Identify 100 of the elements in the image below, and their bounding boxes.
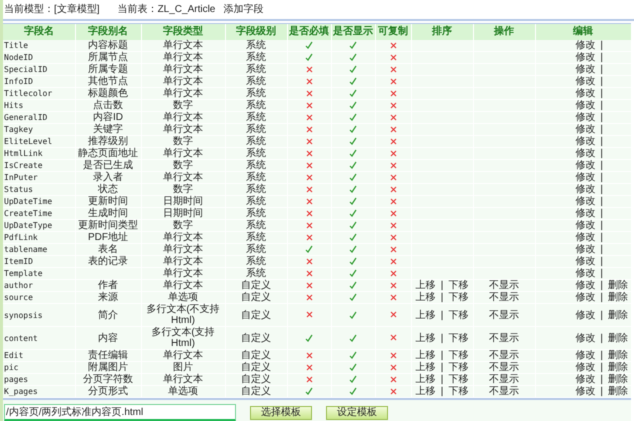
field-type-cell: 数字	[141, 136, 225, 148]
separator: |	[600, 374, 603, 385]
field-type-cell: 单行文本	[141, 268, 225, 280]
hide-link[interactable]: 不显示	[489, 280, 519, 291]
field-level-cell: 系统	[225, 232, 287, 244]
field-name-cell: Hits	[3, 100, 75, 112]
field-level-cell: 系统	[225, 172, 287, 184]
move-down-link[interactable]: 下移	[448, 292, 468, 303]
hide-link[interactable]: 不显示	[489, 374, 519, 385]
field-alias-cell: 所属节点	[88, 52, 128, 63]
delete-link[interactable]: 删除	[608, 374, 628, 385]
field-alias-cell: 分页字符数	[83, 374, 133, 385]
edit-link[interactable]: 修改	[575, 196, 596, 207]
field-alias-cell: 是否已生成	[83, 160, 133, 171]
hide-link[interactable]: 不显示	[489, 362, 519, 373]
edit-link[interactable]: 修改	[575, 124, 596, 135]
field-level-cell: 系统	[225, 196, 287, 208]
move-down-link[interactable]: 下移	[448, 310, 468, 320]
edit-link[interactable]: 修改	[575, 232, 596, 243]
field-name-cell: UpDateTime	[3, 196, 75, 208]
separator: |	[600, 76, 603, 87]
edit-link[interactable]: 修改	[575, 184, 596, 195]
hide-link[interactable]: 不显示	[489, 292, 519, 303]
move-up-link[interactable]: 上移	[416, 310, 436, 320]
field-alias-cell: 表名	[98, 244, 118, 255]
separator: |	[440, 332, 444, 344]
field-level-cell: 自定义	[225, 326, 287, 350]
separator: |	[600, 100, 603, 111]
move-down-link[interactable]: 下移	[448, 332, 468, 344]
edit-link[interactable]: 修改	[575, 220, 596, 231]
separator: |	[600, 332, 603, 344]
edit-link[interactable]: 修改	[575, 136, 596, 147]
edit-link[interactable]: 修改	[575, 172, 596, 183]
set-template-button[interactable]: 设定模板	[326, 406, 388, 420]
field-alias-cell: 生成时间	[88, 208, 128, 219]
add-field-link[interactable]: 添加字段	[223, 2, 264, 17]
edit-link[interactable]: 修改	[575, 280, 596, 291]
edit-link[interactable]: 修改	[575, 374, 596, 385]
model-label: 当前模型：[文章模型]	[4, 2, 100, 17]
edit-link[interactable]: 修改	[575, 244, 596, 255]
delete-link[interactable]: 删除	[608, 350, 628, 361]
edit-link[interactable]: 修改	[575, 268, 596, 279]
edit-link[interactable]: 修改	[575, 310, 596, 320]
move-up-link[interactable]: 上移	[416, 374, 436, 385]
delete-link[interactable]: 删除	[608, 310, 628, 320]
field-type-cell: 数字	[141, 160, 225, 172]
delete-link[interactable]: 删除	[608, 280, 628, 291]
edit-link[interactable]: 修改	[575, 292, 596, 303]
move-down-link[interactable]: 下移	[448, 386, 468, 397]
field-alias-cell: 内容标题	[88, 40, 128, 51]
field-name-cell: ItemID	[3, 256, 75, 268]
move-up-link[interactable]: 上移	[416, 292, 436, 303]
separator: |	[440, 350, 444, 361]
field-type-cell: 单行文本	[141, 280, 225, 292]
select-template-button[interactable]: 选择模板	[250, 406, 312, 420]
edit-link[interactable]: 修改	[575, 362, 596, 373]
hide-link[interactable]: 不显示	[489, 386, 519, 397]
edit-link[interactable]: 修改	[575, 160, 596, 171]
edit-link[interactable]: 修改	[575, 208, 596, 219]
field-alias-cell: 其他节点	[88, 76, 128, 87]
hide-link[interactable]: 不显示	[489, 332, 519, 344]
column-header: 是否显示	[331, 24, 375, 40]
field-alias-cell: 更新时间类型	[78, 220, 138, 231]
move-up-link[interactable]: 上移	[416, 362, 436, 373]
edit-link[interactable]: 修改	[575, 332, 596, 344]
move-up-link[interactable]: 上移	[416, 350, 436, 361]
edit-link[interactable]: 修改	[575, 40, 596, 51]
separator: |	[600, 64, 603, 75]
delete-link[interactable]: 删除	[608, 292, 628, 303]
edit-link[interactable]: 修改	[575, 52, 596, 63]
move-down-link[interactable]: 下移	[448, 350, 468, 361]
field-alias-cell: PDF地址	[88, 232, 128, 243]
edit-link[interactable]: 修改	[575, 112, 596, 123]
field-level-cell: 系统	[225, 184, 287, 196]
edit-link[interactable]: 修改	[575, 76, 596, 87]
field-alias-cell: 推荐级别	[88, 136, 128, 147]
separator: |	[600, 40, 603, 51]
delete-link[interactable]: 删除	[608, 386, 628, 397]
delete-link[interactable]: 删除	[608, 332, 628, 344]
edit-link[interactable]: 修改	[575, 256, 596, 267]
hide-link[interactable]: 不显示	[489, 310, 519, 320]
template-path-field[interactable]: /内容页/两列式标准内容页.html	[4, 404, 236, 421]
move-down-link[interactable]: 下移	[448, 374, 468, 385]
move-down-link[interactable]: 下移	[448, 362, 468, 373]
move-up-link[interactable]: 上移	[416, 386, 436, 397]
field-name-cell: author	[3, 280, 75, 292]
edit-link[interactable]: 修改	[575, 64, 596, 75]
edit-link[interactable]: 修改	[575, 386, 596, 397]
move-down-link[interactable]: 下移	[448, 280, 468, 291]
edit-link[interactable]: 修改	[575, 350, 596, 361]
move-up-link[interactable]: 上移	[416, 332, 436, 344]
field-level-cell: 系统	[225, 220, 287, 232]
edit-link[interactable]: 修改	[575, 100, 596, 111]
delete-link[interactable]: 删除	[608, 362, 628, 373]
field-alias-cell: 所属专题	[88, 64, 128, 75]
field-level-cell: 系统	[225, 136, 287, 148]
hide-link[interactable]: 不显示	[489, 350, 519, 361]
edit-link[interactable]: 修改	[575, 148, 596, 159]
move-up-link[interactable]: 上移	[416, 280, 436, 291]
edit-link[interactable]: 修改	[575, 88, 596, 99]
